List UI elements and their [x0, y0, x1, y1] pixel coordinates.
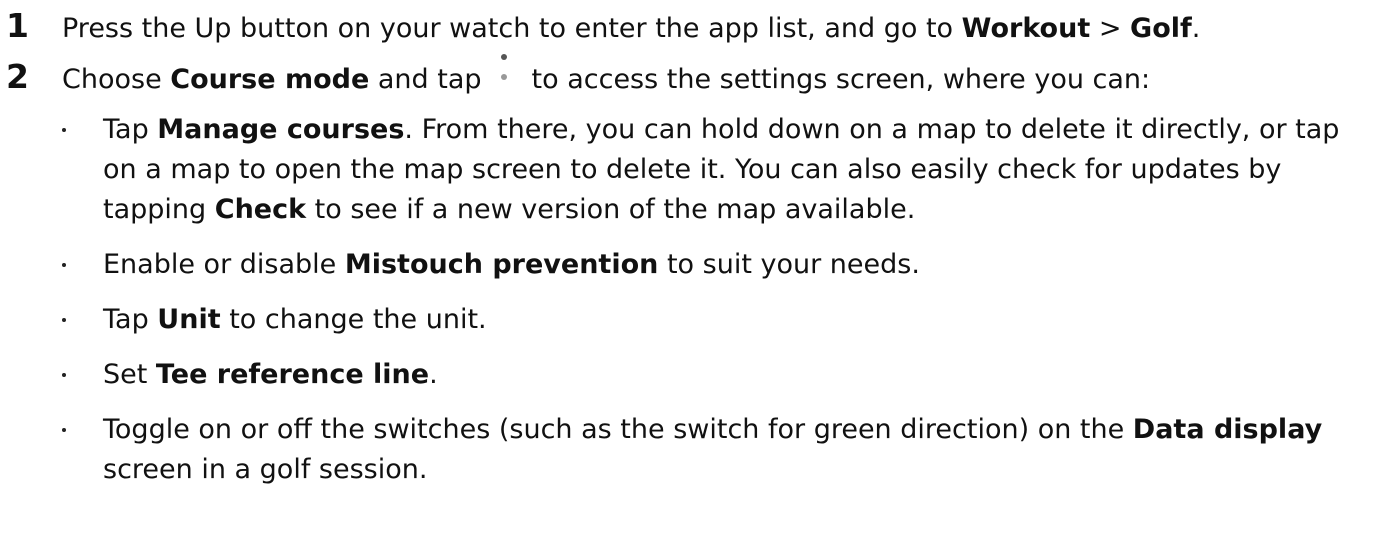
- list-item: Set Tee reference line.: [0, 355, 1385, 395]
- bullet-icon: [62, 373, 66, 377]
- step-text: to access the settings screen, where you…: [531, 64, 1151, 95]
- bold-term: Unit: [157, 304, 221, 335]
- item-text: Tap: [103, 114, 158, 145]
- bullet-icon: [62, 128, 66, 132]
- step-text: Press the Up button on your watch to ent…: [62, 13, 962, 44]
- item-text: screen in a golf session.: [103, 454, 428, 485]
- bold-term: Workout: [961, 13, 1091, 44]
- bullet-icon: [62, 263, 66, 267]
- item-text: Enable or disable: [103, 249, 345, 280]
- step-number: 2: [6, 57, 29, 96]
- step-number: 1: [6, 6, 29, 45]
- bold-term: Mistouch prevention: [344, 249, 659, 280]
- bold-term: Tee reference line: [155, 359, 430, 390]
- bold-term: Data display: [1132, 414, 1323, 445]
- step-1: 1 Press the Up button on your watch to en…: [6, 6, 1200, 49]
- item-text: Set: [103, 359, 156, 390]
- bold-term: Golf: [1130, 13, 1192, 44]
- item-text: Tap: [103, 304, 158, 335]
- list-item: Enable or disable Mistouch prevention to…: [0, 245, 1385, 285]
- bullet-icon: [62, 428, 66, 432]
- bold-term: Manage courses: [157, 114, 405, 145]
- item-text: .: [429, 359, 438, 390]
- item-text: Toggle on or off the switches (such as t…: [103, 414, 1133, 445]
- step-text: >: [1090, 13, 1131, 44]
- step-text: and tap: [369, 64, 482, 95]
- settings-bullet-list: Tap Manage courses. From there, you can …: [0, 110, 1385, 505]
- item-text: to change the unit.: [220, 304, 487, 335]
- item-text: to suit your needs.: [658, 249, 920, 280]
- list-item: Toggle on or off the switches (such as t…: [0, 410, 1385, 490]
- bold-term: Check: [214, 194, 307, 225]
- list-item: Tap Unit to change the unit.: [0, 300, 1385, 340]
- bold-term: Course mode: [170, 64, 370, 95]
- step-2: 2 Choose Course mode and tap to access the…: [6, 54, 1151, 100]
- step-text: .: [1191, 13, 1201, 44]
- list-item: Tap Manage courses. From there, you can …: [0, 110, 1385, 230]
- step-text: Choose: [62, 64, 171, 95]
- bullet-icon: [62, 318, 66, 322]
- more-vertical-icon: [498, 54, 510, 94]
- item-text: to see if a new version of the map avail…: [306, 194, 916, 225]
